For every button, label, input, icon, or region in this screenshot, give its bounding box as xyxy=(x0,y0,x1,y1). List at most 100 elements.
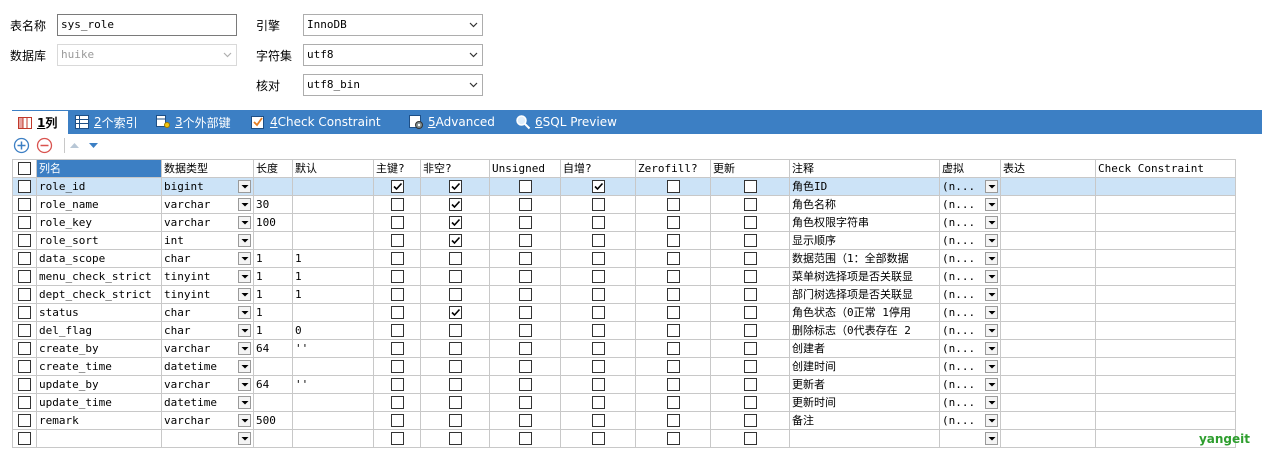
engine-select[interactable]: InnoDB xyxy=(303,14,483,36)
comment-cell[interactable]: 备注 xyxy=(790,412,940,430)
header-name[interactable]: 列名 xyxy=(37,160,162,178)
row-select-cell[interactable] xyxy=(13,250,37,268)
default-cell[interactable] xyxy=(293,304,374,322)
row-select-cell[interactable] xyxy=(13,304,37,322)
checkbox[interactable] xyxy=(18,378,31,391)
notnull-cell[interactable] xyxy=(421,250,490,268)
unsigned-cell[interactable] xyxy=(490,304,561,322)
checkbox[interactable] xyxy=(743,396,757,409)
checkbox[interactable] xyxy=(518,234,532,247)
update-cell[interactable] xyxy=(711,286,790,304)
dropdown-arrow-icon[interactable] xyxy=(985,342,998,355)
update-cell[interactable] xyxy=(711,268,790,286)
length-cell[interactable] xyxy=(254,430,293,448)
checkbox[interactable] xyxy=(390,252,404,265)
checkbox[interactable] xyxy=(591,378,605,391)
length-cell[interactable]: 64 xyxy=(254,376,293,394)
update-cell[interactable] xyxy=(711,232,790,250)
checkbox[interactable] xyxy=(390,414,404,427)
comment-cell[interactable]: 角色ID xyxy=(790,178,940,196)
checkbox[interactable] xyxy=(666,432,680,445)
zerofill-cell[interactable] xyxy=(636,304,711,322)
length-cell[interactable] xyxy=(254,178,293,196)
checkbox[interactable] xyxy=(18,360,31,373)
checkbox[interactable] xyxy=(666,270,680,283)
checkbox[interactable] xyxy=(18,342,31,355)
checkbox[interactable] xyxy=(448,216,462,229)
default-cell[interactable] xyxy=(293,358,374,376)
notnull-cell[interactable] xyxy=(421,196,490,214)
length-cell[interactable]: 100 xyxy=(254,214,293,232)
checkbox[interactable] xyxy=(448,306,462,319)
pk-cell[interactable] xyxy=(374,268,421,286)
header-expression[interactable]: 表达 xyxy=(1001,160,1096,178)
dropdown-arrow-icon[interactable] xyxy=(985,288,998,301)
header-virtual[interactable]: 虚拟 xyxy=(940,160,1001,178)
row-select-cell[interactable] xyxy=(13,376,37,394)
dropdown-arrow-icon[interactable] xyxy=(985,234,998,247)
checkbox[interactable] xyxy=(390,234,404,247)
length-cell[interactable] xyxy=(254,232,293,250)
tab-foreign-keys[interactable]: 3 个外部键 xyxy=(155,110,231,134)
check-cell[interactable] xyxy=(1096,322,1236,340)
table-row[interactable]: role_id bigint 角色ID (n... xyxy=(13,178,1236,196)
expression-cell[interactable] xyxy=(1001,376,1096,394)
expression-cell[interactable] xyxy=(1001,304,1096,322)
dropdown-arrow-icon[interactable] xyxy=(985,324,998,337)
zerofill-cell[interactable] xyxy=(636,376,711,394)
update-cell[interactable] xyxy=(711,412,790,430)
checkbox[interactable] xyxy=(18,324,31,337)
update-cell[interactable] xyxy=(711,178,790,196)
column-name-cell[interactable]: data_scope xyxy=(37,250,162,268)
dropdown-arrow-icon[interactable] xyxy=(238,288,251,301)
dropdown-arrow-icon[interactable] xyxy=(985,396,998,409)
unsigned-cell[interactable] xyxy=(490,232,561,250)
zerofill-cell[interactable] xyxy=(636,232,711,250)
expression-cell[interactable] xyxy=(1001,250,1096,268)
checkbox[interactable] xyxy=(390,396,404,409)
check-cell[interactable] xyxy=(1096,196,1236,214)
data-type-cell[interactable]: varchar xyxy=(162,412,254,430)
virtual-cell[interactable]: (n... xyxy=(940,394,1001,412)
tab-sql-preview[interactable]: 6 SQL Preview xyxy=(515,110,617,134)
checkbox[interactable] xyxy=(666,180,680,193)
checkbox[interactable] xyxy=(18,288,31,301)
expression-cell[interactable] xyxy=(1001,358,1096,376)
checkbox[interactable] xyxy=(390,342,404,355)
data-type-cell[interactable]: varchar xyxy=(162,196,254,214)
check-cell[interactable] xyxy=(1096,358,1236,376)
row-select-cell[interactable] xyxy=(13,322,37,340)
zerofill-cell[interactable] xyxy=(636,268,711,286)
comment-cell[interactable]: 部门树选择项是否关联显 xyxy=(790,286,940,304)
header-pk[interactable]: 主键? xyxy=(374,160,421,178)
header-type[interactable]: 数据类型 xyxy=(162,160,254,178)
autoinc-cell[interactable] xyxy=(561,394,636,412)
table-row[interactable]: role_key varchar 100 角色权限字符串 (n... xyxy=(13,214,1236,232)
checkbox[interactable] xyxy=(390,306,404,319)
check-cell[interactable] xyxy=(1096,376,1236,394)
header-comment[interactable]: 注释 xyxy=(790,160,940,178)
zerofill-cell[interactable] xyxy=(636,178,711,196)
comment-cell[interactable]: 菜单树选择项是否关联显 xyxy=(790,268,940,286)
checkbox[interactable] xyxy=(390,432,404,445)
column-name-cell[interactable]: role_id xyxy=(37,178,162,196)
table-row[interactable]: status char 1 角色状态（0正常 1停用 (n... xyxy=(13,304,1236,322)
pk-cell[interactable] xyxy=(374,430,421,448)
checkbox[interactable] xyxy=(518,414,532,427)
pk-cell[interactable] xyxy=(374,286,421,304)
notnull-cell[interactable] xyxy=(421,412,490,430)
pk-cell[interactable] xyxy=(374,232,421,250)
header-zerofill[interactable]: Zerofill? xyxy=(636,160,711,178)
expression-cell[interactable] xyxy=(1001,394,1096,412)
charset-select[interactable]: utf8 xyxy=(303,44,483,66)
virtual-cell[interactable]: (n... xyxy=(940,250,1001,268)
tab-advanced[interactable]: 5 Advanced xyxy=(408,110,495,134)
checkbox[interactable] xyxy=(743,306,757,319)
collation-select[interactable]: utf8_bin xyxy=(303,74,483,96)
checkbox[interactable] xyxy=(518,288,532,301)
checkbox[interactable] xyxy=(591,234,605,247)
row-select-cell[interactable] xyxy=(13,430,37,448)
autoinc-cell[interactable] xyxy=(561,286,636,304)
default-cell[interactable] xyxy=(293,232,374,250)
checkbox[interactable] xyxy=(743,378,757,391)
